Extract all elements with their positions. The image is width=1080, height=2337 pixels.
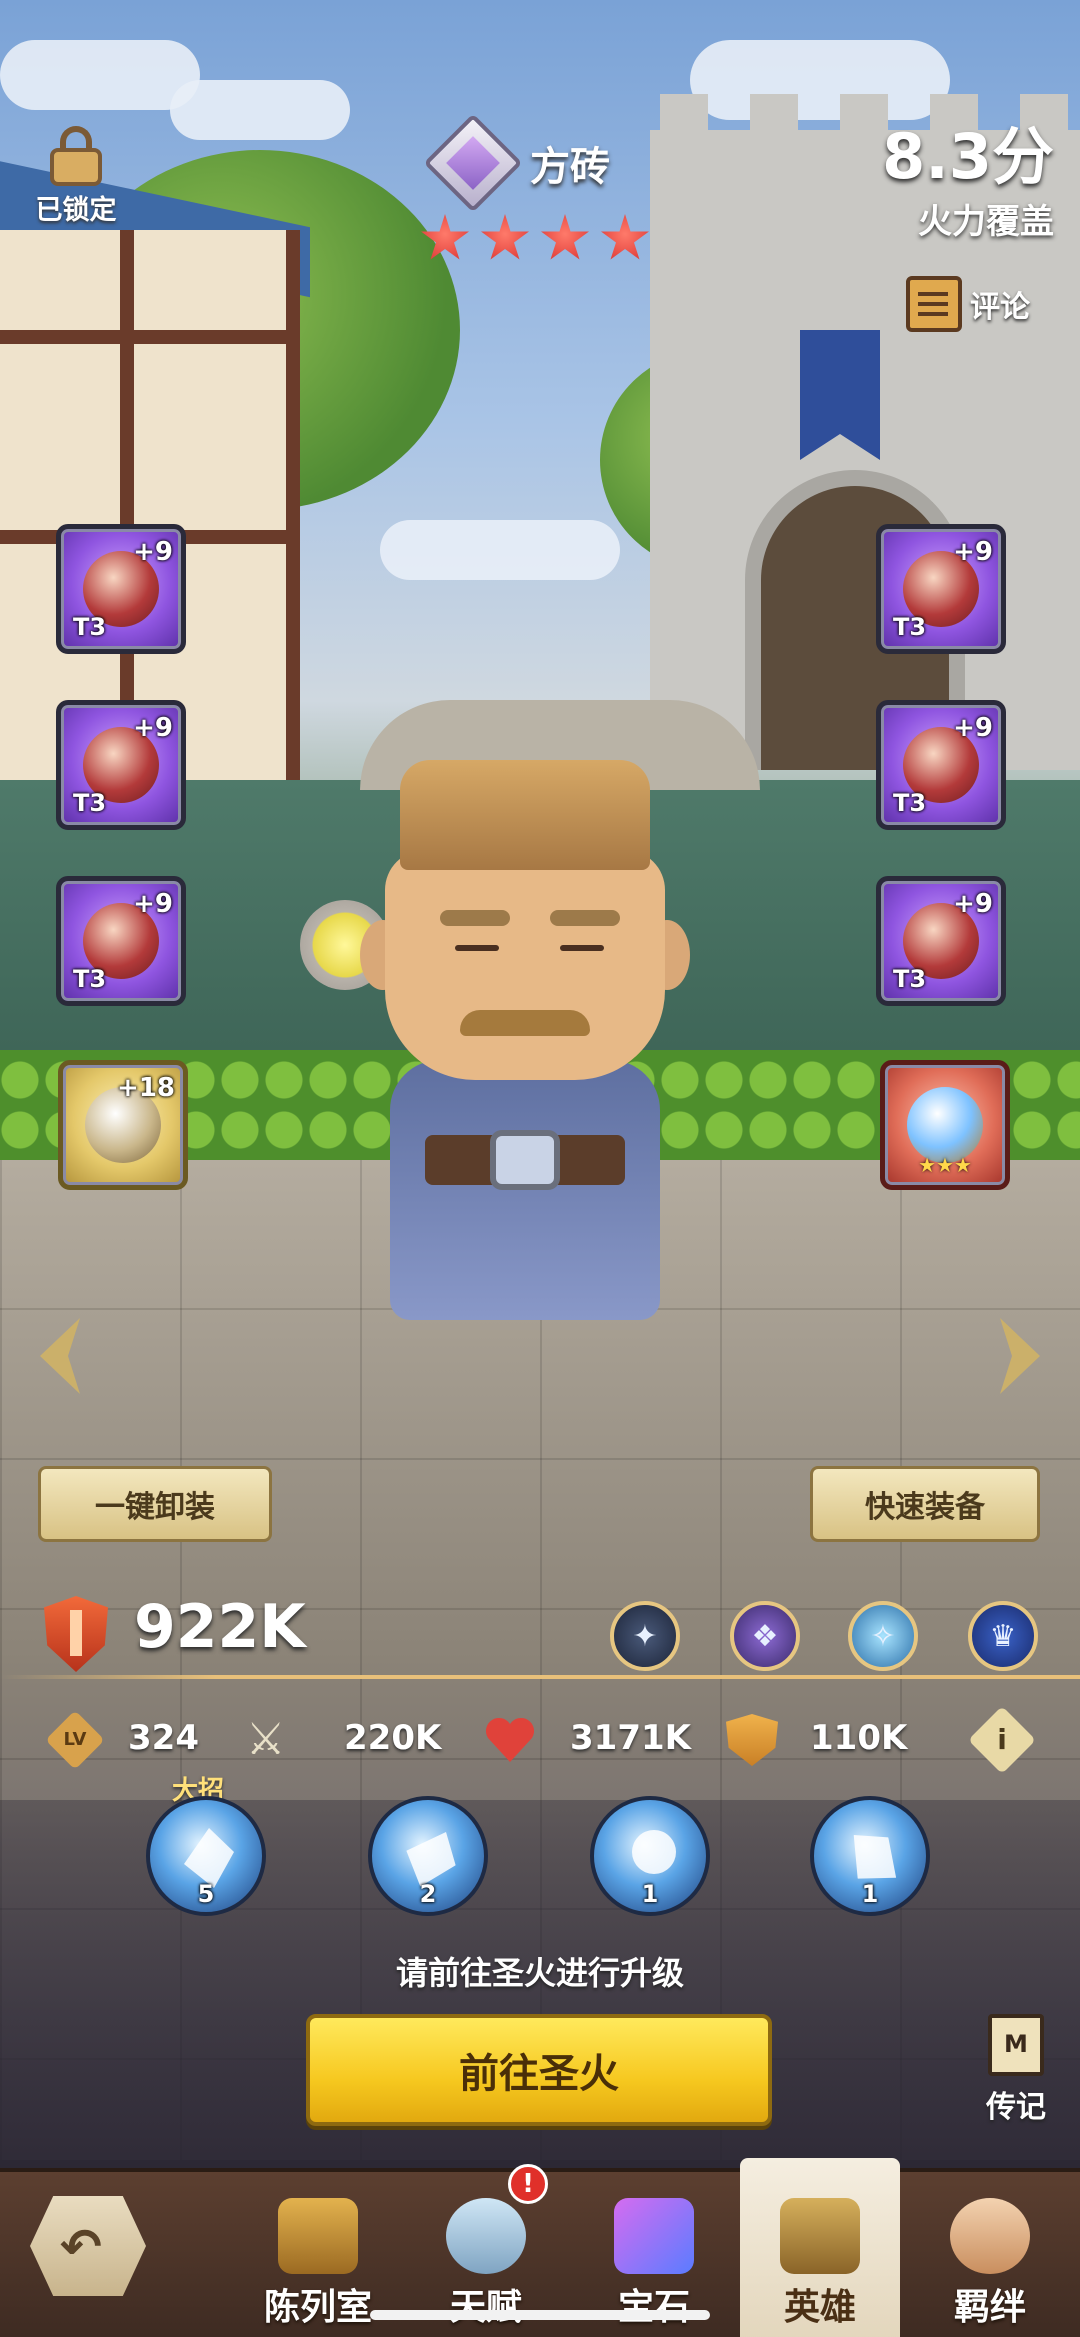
- tab-bond[interactable]: 羁绊: [910, 2172, 1070, 2337]
- tab-label: 天赋: [449, 2287, 522, 2328]
- equip-slot-ring[interactable]: +9 T3: [56, 876, 186, 1006]
- skill-level: 2: [419, 1880, 437, 1908]
- comment-label: 评论: [970, 290, 1030, 325]
- tab-label: 陈列室: [263, 2287, 372, 2328]
- skill-level: 1: [641, 1880, 659, 1908]
- star-icon: [601, 214, 649, 260]
- home-indicator: [370, 2310, 710, 2320]
- equip-slot-relic[interactable]: +18: [58, 1060, 188, 1190]
- equip-slot-weapon[interactable]: +9 T3: [56, 524, 186, 654]
- sword-rune-icon[interactable]: ✦: [610, 1601, 680, 1671]
- hp-value: 3171K: [570, 1718, 691, 1758]
- attack-value: 220K: [344, 1718, 442, 1758]
- slot-tier: T3: [893, 613, 927, 641]
- crossed-swords-icon: ⚔: [246, 1714, 286, 1765]
- equip-slot-helmet[interactable]: +9 T3: [56, 700, 186, 830]
- go-to-sacred-fire-button[interactable]: 前往圣火: [306, 2014, 772, 2126]
- slot-enhance-level: +18: [117, 1073, 175, 1103]
- slot-enhance-level: +9: [953, 537, 993, 567]
- hero-score: 8.3分 火力覆盖: [882, 126, 1054, 243]
- slot-enhance-level: +9: [953, 713, 993, 743]
- heart-icon: [484, 1714, 536, 1766]
- equip-slot-necklace[interactable]: +9 T3: [876, 876, 1006, 1006]
- skill-level: 5: [197, 1880, 215, 1908]
- book-icon: [988, 2014, 1044, 2076]
- hero-title: 方砖: [423, 113, 610, 213]
- orb-icon: [907, 1087, 983, 1163]
- showroom-icon: [278, 2198, 358, 2274]
- tab-label: 英雄: [783, 2287, 856, 2328]
- hero-icon: [780, 2198, 860, 2274]
- skill-level: 1: [861, 1880, 879, 1908]
- back-button[interactable]: ↶: [30, 2196, 146, 2296]
- equip-slot-bracer[interactable]: +9 T3: [876, 700, 1006, 830]
- slot-tier: T3: [893, 789, 927, 817]
- equip-slot-armor[interactable]: +9 T3: [876, 524, 1006, 654]
- level-badge-icon: LV: [45, 1710, 105, 1770]
- tab-label: 宝石: [617, 2287, 690, 2328]
- book-rune-icon[interactable]: ❖: [730, 1601, 800, 1671]
- back-arrow-icon: ↶: [60, 2218, 102, 2276]
- defense-shield-icon: [726, 1714, 778, 1766]
- hero-name: 方砖: [530, 144, 610, 190]
- padlock-icon: [50, 126, 102, 186]
- spirit-skill-icon[interactable]: 1: [590, 1796, 710, 1916]
- hero-character-model[interactable]: [300, 760, 720, 1320]
- hero-star-rating: [420, 214, 650, 264]
- crystal-rune-icon[interactable]: ✧: [848, 1601, 918, 1671]
- biography-label: 传记: [986, 2090, 1046, 2125]
- quick-equip-button[interactable]: 快速装备: [810, 1466, 1040, 1542]
- frost-wave-skill-icon[interactable]: 1: [810, 1796, 930, 1916]
- slot-tier: T3: [73, 965, 107, 993]
- comment-note-icon: [906, 276, 962, 332]
- score-value: 8.3分: [882, 120, 1054, 193]
- ultimate-skill-icon[interactable]: 5: [146, 1796, 266, 1916]
- unequip-all-button[interactable]: 一键卸装: [38, 1466, 272, 1542]
- power-value: 922K: [134, 1592, 306, 1662]
- bond-icon: [950, 2198, 1030, 2274]
- ice-shard-skill-icon[interactable]: 2: [368, 1796, 488, 1916]
- level-value: 324: [128, 1718, 199, 1758]
- equip-slot-orb[interactable]: ★★★: [880, 1060, 1010, 1190]
- defense-value: 110K: [810, 1718, 908, 1758]
- helmet-rune-icon[interactable]: ♛: [968, 1601, 1038, 1671]
- slot-star-rating: ★★★: [918, 1153, 972, 1177]
- slot-enhance-level: +9: [953, 889, 993, 919]
- bottom-navigation: ↶ 陈列室 ! 天赋 宝石 英雄 羁绊: [0, 2158, 1080, 2337]
- talent-icon: [446, 2198, 526, 2274]
- comment-button[interactable]: 评论: [906, 276, 1030, 332]
- hero-stats-row: LV 324 ⚔ 220K 3171K 110K i: [0, 1706, 1080, 1776]
- alert-badge: !: [508, 2164, 548, 2204]
- biography-button[interactable]: 传记: [976, 2014, 1056, 2126]
- slot-tier: T3: [73, 613, 107, 641]
- tab-label: 羁绊: [953, 2287, 1026, 2328]
- slot-tier: T3: [73, 789, 107, 817]
- upgrade-hint: 请前往圣火进行升级: [395, 1954, 684, 1992]
- stats-info-icon[interactable]: i: [968, 1706, 1036, 1774]
- star-icon: [541, 214, 589, 260]
- lock-toggle[interactable]: 已锁定: [28, 126, 124, 227]
- tab-hero[interactable]: 英雄: [740, 2158, 900, 2337]
- star-icon: [421, 214, 469, 260]
- power-divider: [0, 1675, 1080, 1679]
- score-label: 火力覆盖: [918, 202, 1054, 242]
- gem-icon: [614, 2198, 694, 2274]
- star-icon: [481, 214, 529, 260]
- slot-tier: T3: [893, 965, 927, 993]
- rank-gem-icon: [423, 113, 523, 213]
- slot-enhance-level: +9: [133, 537, 173, 567]
- lock-label: 已锁定: [35, 195, 117, 226]
- slot-enhance-level: +9: [133, 889, 173, 919]
- slot-enhance-level: +9: [133, 713, 173, 743]
